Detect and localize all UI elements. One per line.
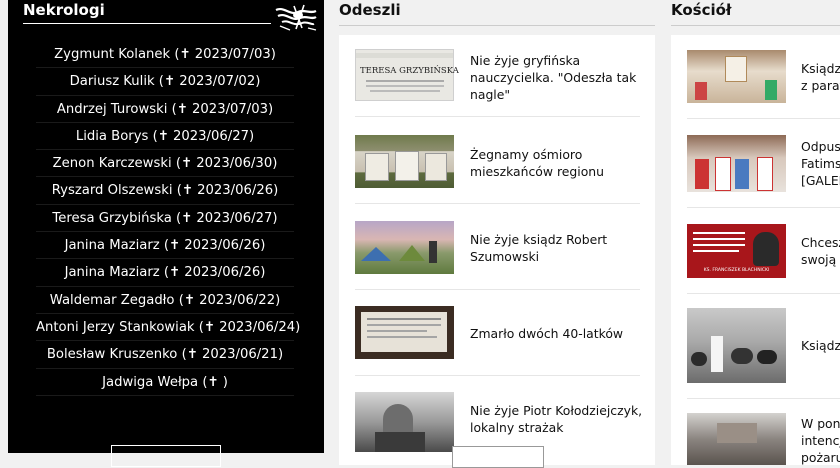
article-separator bbox=[355, 116, 640, 117]
article-separator bbox=[355, 289, 640, 290]
nekrolog-item[interactable]: Andrzej Turowski (✝ 2023/07/03) bbox=[36, 96, 294, 123]
nekrologi-more-button[interactable] bbox=[111, 445, 221, 467]
article-separator bbox=[687, 118, 840, 119]
article-title-line: Fatimsk bbox=[801, 156, 840, 171]
nekrologi-divider bbox=[23, 23, 271, 24]
article-title-line: Ksiądz bbox=[801, 61, 840, 76]
article-title-link[interactable]: Ksiądz z paraf bbox=[801, 60, 840, 94]
nekrolog-item[interactable]: Zygmunt Kolanek (✝ 2023/07/03) bbox=[36, 41, 294, 69]
article-thumbnail[interactable] bbox=[687, 50, 786, 103]
article-title-link[interactable]: Nie żyje Piotr Kołodziejczyk, lokalny st… bbox=[470, 402, 650, 436]
odeszli-title: Odeszli bbox=[339, 1, 401, 19]
article-title-line: Nie żyje gryfińska bbox=[470, 53, 581, 68]
odeszli-more-button[interactable] bbox=[452, 446, 544, 468]
article-title-line: Nie żyje Piotr Kołodziejczyk, bbox=[470, 403, 643, 418]
article-separator bbox=[355, 203, 640, 204]
nekrolog-item[interactable]: Dariusz Kulik (✝ 2023/07/02) bbox=[36, 68, 294, 96]
nekrolog-item[interactable]: Lidia Borys (✝ 2023/06/27) bbox=[36, 123, 294, 151]
article-title-line: mieszkańców regionu bbox=[470, 164, 605, 179]
odeszli-divider bbox=[339, 25, 655, 26]
article-title-line: Chcesz bbox=[801, 235, 840, 250]
article-title-line: Ksiądz bbox=[801, 338, 840, 353]
article-separator bbox=[687, 207, 840, 208]
kosciol-card: Ksiądz z paraf Odpust Fatimsk [GALER KS.… bbox=[671, 35, 840, 465]
article-title-line: Szumowski bbox=[470, 249, 540, 264]
nekrolog-item[interactable]: Teresa Grzybińska (✝ 2023/06/27) bbox=[36, 205, 294, 233]
nekrologi-list: Zygmunt Kolanek (✝ 2023/07/03) Dariusz Ku… bbox=[36, 41, 300, 396]
article-title-link[interactable]: Odpust Fatimsk [GALER bbox=[801, 138, 840, 189]
article-title-line: Żegnamy ośmioro bbox=[470, 147, 583, 162]
nekrolog-item[interactable]: Waldemar Zegadło (✝ 2023/06/22) bbox=[36, 287, 294, 314]
nekrolog-item[interactable]: Janina Maziarz (✝ 2023/06/26) bbox=[36, 232, 294, 260]
article-title-link[interactable]: Nie żyje gryfińska nauczycielka. "Odeszł… bbox=[470, 52, 650, 103]
nekrolog-item[interactable]: Antoni Jerzy Stankowiak (✝ 2023/06/24) bbox=[36, 314, 300, 342]
article-thumbnail[interactable] bbox=[355, 306, 454, 359]
article-title-link[interactable]: Chcesz swoją w bbox=[801, 234, 840, 268]
thumbnail-caption: KS. FRANCISZEK BLACHNICKI bbox=[703, 268, 770, 273]
article-thumbnail[interactable] bbox=[355, 392, 454, 452]
article-title-line: pożaru bbox=[801, 450, 840, 465]
article-title-line: [GALER bbox=[801, 173, 840, 188]
article-thumbnail[interactable]: KS. FRANCISZEK BLACHNICKI bbox=[687, 224, 786, 278]
kosciol-divider bbox=[671, 25, 840, 26]
article-title-link[interactable]: Zmarło dwóch 40-latków bbox=[470, 325, 650, 342]
article-title-line: z paraf bbox=[801, 78, 840, 93]
article-thumbnail[interactable] bbox=[687, 308, 786, 383]
article-title-line: Odpust bbox=[801, 139, 840, 154]
article-title-line: lokalny strażak bbox=[470, 420, 564, 435]
nekrolog-item[interactable]: Ryszard Olszewski (✝ 2023/06/26) bbox=[36, 177, 294, 205]
article-thumbnail[interactable] bbox=[687, 135, 786, 192]
mourning-ribbon-icon bbox=[275, 4, 317, 31]
article-title-link[interactable]: W ponie intencji pożaru bbox=[801, 415, 840, 466]
nekrolog-item[interactable]: Janina Maziarz (✝ 2023/06/26) bbox=[36, 259, 294, 287]
odeszli-card: TERESA GRZYBIŃSKA Nie żyje gryfińska nau… bbox=[339, 35, 655, 468]
nekrolog-item[interactable]: Bolesław Kruszenko (✝ 2023/06/21) bbox=[36, 341, 294, 369]
nekrologi-panel: Nekrologi Zygmunt Kolanek (✝ 2023/07/03)… bbox=[8, 0, 324, 467]
article-title-line: intencji bbox=[801, 433, 840, 448]
article-thumbnail[interactable] bbox=[687, 413, 786, 465]
article-title-line: Nie żyje ksiądz Robert bbox=[470, 232, 608, 247]
nekrolog-item[interactable]: Jadwiga Wełpa (✝ ) bbox=[36, 369, 294, 396]
article-thumbnail[interactable] bbox=[355, 221, 454, 274]
article-title-line: nagle" bbox=[470, 87, 511, 102]
thumbnail-caption: TERESA GRZYBIŃSKA bbox=[360, 66, 459, 76]
article-separator bbox=[355, 375, 640, 376]
article-separator bbox=[687, 398, 840, 399]
article-title-line: W ponie bbox=[801, 416, 840, 431]
article-thumbnail[interactable] bbox=[355, 135, 454, 188]
article-thumbnail[interactable]: TERESA GRZYBIŃSKA bbox=[355, 49, 459, 101]
article-title-link[interactable]: Nie żyje ksiądz Robert Szumowski bbox=[470, 231, 650, 265]
article-title-line: nauczycielka. "Odeszła tak bbox=[470, 70, 637, 85]
article-title-line: swoją w bbox=[801, 252, 840, 267]
nekrologi-title: Nekrologi bbox=[23, 1, 105, 19]
kosciol-title: Kościół bbox=[671, 1, 732, 19]
article-separator bbox=[687, 293, 840, 294]
article-title-link[interactable]: Ksiądz bbox=[801, 337, 840, 354]
article-title-link[interactable]: Żegnamy ośmioro mieszkańców regionu bbox=[470, 146, 650, 180]
nekrolog-item[interactable]: Zenon Karczewski (✝ 2023/06/30) bbox=[36, 150, 294, 178]
article-title-line: Zmarło dwóch 40-latków bbox=[470, 326, 624, 341]
